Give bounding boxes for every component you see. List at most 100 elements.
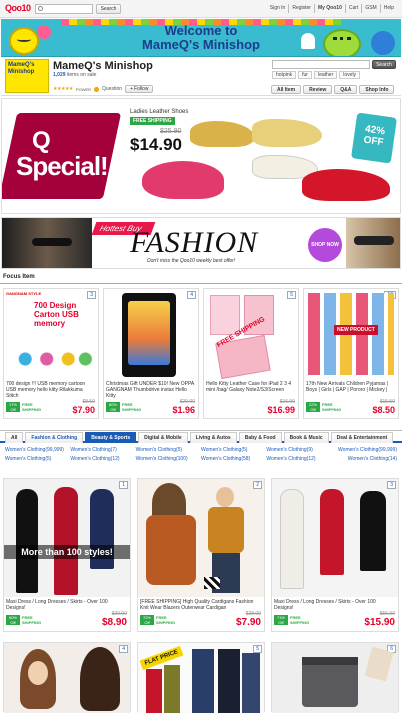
subcategory-link[interactable]: Women's Clothing(12) [266,456,331,462]
subcategory-link[interactable]: Women's Clothing(5) [136,447,201,453]
product-image[interactable]: 3 [272,479,398,597]
follow-button[interactable]: + Follow [125,85,154,93]
product-image[interactable]: 4 [4,643,130,713]
product-image[interactable]: 5 FLAT PRICE [138,643,264,713]
dress-red-icon [54,487,78,595]
question-link[interactable]: Question [102,86,122,92]
question-icon [94,86,100,92]
tab-review[interactable]: Review [303,85,333,94]
free-shipping-label: FREE SHIPPING [156,615,176,625]
tab-all[interactable]: All [5,432,24,443]
item-number: 5 [287,291,296,299]
product-card[interactable]: 3 Maxi Dress / Long Dresses / Skirts - O… [271,478,399,632]
mascot-left-face [17,37,31,42]
free-shipping-label: FREE SHIPPING [290,615,310,625]
discount-badge: 22% Off [306,402,320,412]
subcategory-link[interactable]: Women's Clothing(99,999) [332,447,397,453]
tab-all-item[interactable]: All Item [271,85,302,94]
plus-icon: + [130,86,133,92]
product-image[interactable]: 4 [104,289,198,379]
tag-hotpink[interactable]: hotpink [272,71,297,79]
my-qoo10-link[interactable]: My Qoo10 [313,4,345,13]
product-title[interactable]: 17th New Arrivals Children Pyjamas | Boy… [304,379,398,398]
qoo10-logo[interactable]: Qoo10 [5,3,31,15]
price: $7.90 [72,405,95,415]
subcategory-link[interactable]: Women's Clothing(14) [332,456,397,462]
mascot-right-eyes [333,37,351,42]
subcategory-link[interactable]: Women's Clothing(99,999) [5,447,70,453]
subcategory-link[interactable]: Women's Clothing(5) [5,456,70,462]
top-nav: Sign In Register My Qoo10 Cart GSM Help [267,4,397,13]
shop-logo[interactable]: MameQ's Minishop [5,59,49,93]
gsm-link[interactable]: GSM [361,4,379,13]
global-search-button[interactable]: Search [96,4,121,14]
tab-book-music[interactable]: Book & Music [283,432,329,443]
power-label: POWER [75,86,92,92]
tab-shop-info[interactable]: Shop Info [359,85,395,94]
item-number: 4 [187,291,196,299]
subcategory-link[interactable]: Women's Clothing(5) [201,447,266,453]
product-title[interactable]: 700 design !!! USB memory cartoon USB me… [4,379,98,398]
shop-search-button[interactable]: Search [372,60,396,69]
shop-now-button[interactable]: SHOP NOW [308,228,342,262]
cardigan-mustard-icon [208,507,244,553]
tab-digital-mobile[interactable]: Digital & Mobile [138,432,188,443]
product-card[interactable]: 6 [271,642,399,713]
discount-off: Off [278,620,284,625]
tab-fashion-clothing[interactable]: Fashion & Clothing [25,432,84,443]
help-link[interactable]: Help [379,4,397,13]
tab-beauty-sports[interactable]: Beauty & Sports [85,432,137,443]
product-card[interactable]: 4 [3,642,131,713]
focus-card[interactable]: 12 NEW PRODUCT 17th New Arrivals Childre… [303,288,399,419]
focus-card[interactable]: 3 GANGNAM STYLE 700 Design Carton USB me… [3,288,99,419]
product-image[interactable]: 12 NEW PRODUCT [304,289,398,379]
product-image[interactable]: 3 GANGNAM STYLE 700 Design Carton USB me… [4,289,98,379]
shop-search-input[interactable] [272,60,370,69]
item-number: 1 [119,481,128,489]
product-card[interactable]: 5 FLAT PRICE [137,642,265,713]
tag-fur[interactable]: fur [298,71,312,79]
search-icon [38,6,43,11]
shorts-belt-icon [302,657,358,665]
product-card[interactable]: 2 [FREE SHIPPING] High Quality Cardigans… [137,478,265,632]
shoe-pink-icon [142,161,224,199]
subcategory-link[interactable]: Women's Clothing(12) [70,456,135,462]
q-special-text: Special! [16,151,109,181]
subcategory-link[interactable]: Women's Clothing(58) [201,456,266,462]
product-image[interactable]: 5 FREE SHIPPING [204,289,298,379]
subcategory-link[interactable]: Women's Clothing(100) [136,456,201,462]
product-image[interactable]: 6 [272,643,398,713]
product-title[interactable]: [FREE SHIPPING] High Quality Cardigans F… [138,597,264,611]
product-image[interactable]: 1 More than 100 styles! [4,479,130,597]
tag-lovely[interactable]: lovely [339,71,361,79]
dress-red-icon [320,489,344,575]
items-count[interactable]: 1,029 [53,72,66,78]
fashion-banner[interactable]: Hottest Buy FASHION Don't miss the Qoo10… [1,217,401,269]
subcategory-link[interactable]: Women's Clothing(9) [266,447,331,453]
product-card[interactable]: 1 More than 100 styles! Maxi Dress / Lon… [3,478,131,632]
price: $8.50 [372,405,395,415]
global-search-input[interactable] [35,4,93,14]
tag-leather[interactable]: leather [313,71,338,79]
sign-in-link[interactable]: Sign In [267,4,289,13]
sunglasses-left-icon [32,238,72,246]
dress-black-icon [16,489,38,593]
tab-deal-entertainment[interactable]: Deal & Entertainment [330,432,394,443]
product-name: Ladies Leather Shoes [130,109,189,115]
tab-living-autos[interactable]: Living & Autos [189,432,237,443]
product-image[interactable]: 2 [138,479,264,597]
focus-card[interactable]: 4 Christmas Gift UNDER $10! New OPPA GAN… [103,288,199,419]
product-title[interactable]: Maxi Dress / Long Dresses / Skirts - Ove… [4,597,130,611]
product-title[interactable]: Christmas Gift UNDER $10! New OPPA GANGN… [104,379,198,398]
jeans-navy-icon [242,653,260,713]
q-special-banner[interactable]: Q Special! Ladies Leather Shoes FREE SHI… [1,98,401,214]
product-title[interactable]: Maxi Dress / Long Dresses / Skirts - Ove… [272,597,398,611]
product-title[interactable]: Hello Kitty Leather Case for iPad 2 3 4 … [204,379,298,398]
cart-link[interactable]: Cart [344,4,361,13]
register-link[interactable]: Register [288,4,314,13]
subcategory-link[interactable]: Women's Clothing(7) [70,447,135,453]
focus-card[interactable]: 5 FREE SHIPPING Hello Kitty Leather Case… [203,288,299,419]
discount-off: Off [10,620,16,625]
tab-qa[interactable]: Q&A [334,85,358,94]
tab-baby-food[interactable]: Baby & Food [238,432,282,443]
